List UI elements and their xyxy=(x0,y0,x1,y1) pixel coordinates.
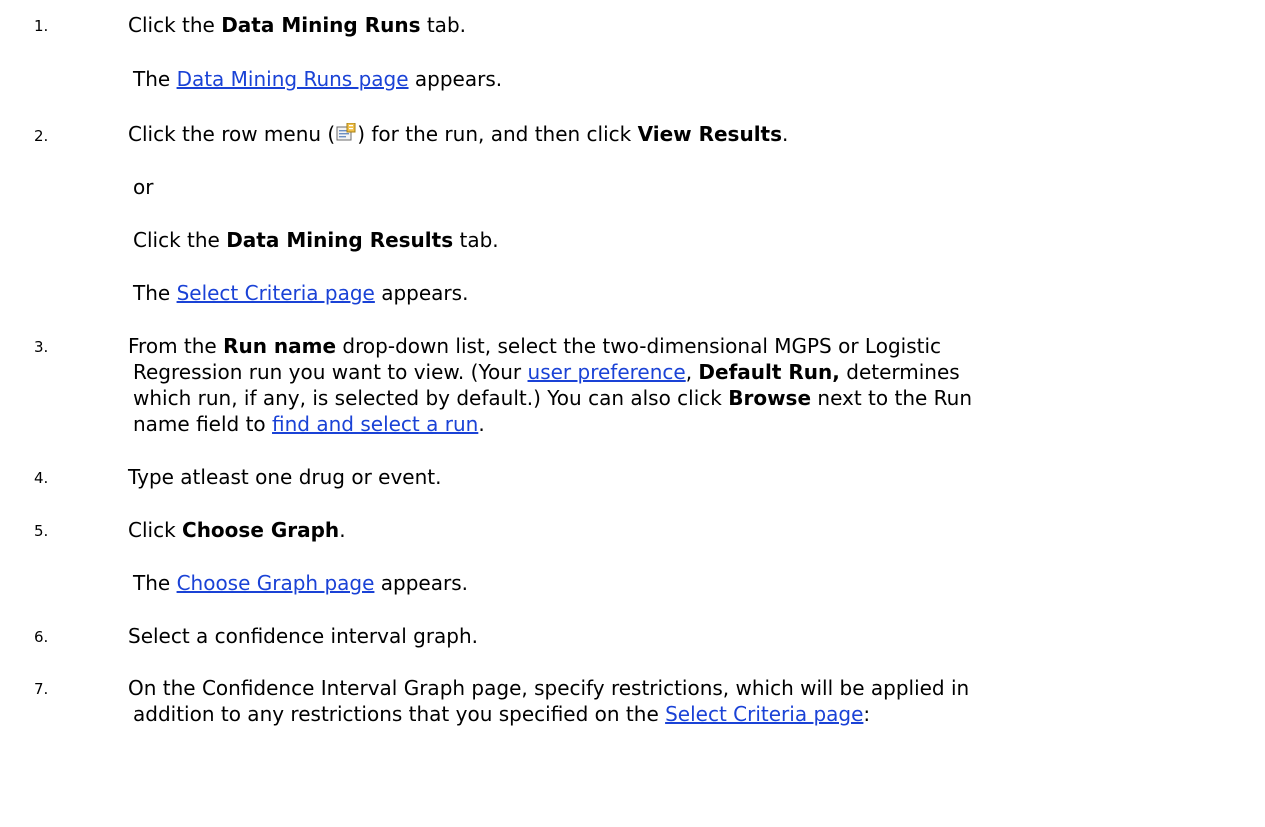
step-number: 5. xyxy=(34,522,49,540)
step-5-text: Click Choose Graph. xyxy=(128,518,346,542)
ui-term: Data Mining Runs xyxy=(221,13,421,37)
step-4-text: Type atleast one drug or event. xyxy=(128,465,442,489)
ui-term: View Results xyxy=(637,122,783,146)
step-text: From the xyxy=(128,334,224,358)
ui-term: Choose Graph xyxy=(182,518,340,542)
step-text: tab. xyxy=(420,13,466,37)
step-text: which run, if any, is selected by defaul… xyxy=(133,386,729,410)
select-criteria-page-link[interactable]: Select Criteria page xyxy=(665,702,863,726)
step-number: 7. xyxy=(34,680,49,698)
step-number: 3. xyxy=(34,338,49,356)
result-text: appears. xyxy=(374,281,469,305)
step-2-text: Click the row menu ( ) for the run, and t… xyxy=(128,122,788,146)
step-number: 1. xyxy=(34,17,49,35)
step-3-line-3: which run, if any, is selected by defaul… xyxy=(133,386,972,410)
step-6-text: Select a confidence interval graph. xyxy=(128,624,479,648)
choose-graph-page-link[interactable]: Choose Graph page xyxy=(177,571,375,595)
result-text: The xyxy=(133,571,177,595)
step-text: drop-down list, select the two-dimension… xyxy=(336,334,942,358)
data-mining-runs-page-link[interactable]: Data Mining Runs page xyxy=(177,67,409,91)
step-text: determines xyxy=(839,360,960,384)
ui-term: Default Run, xyxy=(698,360,840,384)
step-text: . xyxy=(339,518,346,542)
step-text: ) for the run, and then click xyxy=(357,122,638,146)
step-number: 6. xyxy=(34,628,49,646)
step-3-line-2: Regression run you want to view. (Your u… xyxy=(133,360,960,384)
step-text: tab. xyxy=(453,228,499,252)
step-2-result: The Select Criteria page appears. xyxy=(133,281,468,305)
step-3-line-1: From the Run name drop-down list, select… xyxy=(128,334,941,358)
step-text: Regression run you want to view. (Your xyxy=(133,360,528,384)
result-text: The xyxy=(133,281,177,305)
step-text: : xyxy=(863,702,871,726)
find-and-select-a-run-link[interactable]: find and select a run xyxy=(272,412,478,436)
step-7-line-1: On the Confidence Interval Graph page, s… xyxy=(128,676,970,700)
result-text: appears. xyxy=(374,571,468,595)
select-criteria-page-link[interactable]: Select Criteria page xyxy=(177,281,375,305)
step-text: next to the Run xyxy=(811,386,973,410)
step-1-text: Click the Data Mining Runs tab. xyxy=(128,13,466,37)
step-text: . xyxy=(782,122,789,146)
ui-term: Browse xyxy=(728,386,812,410)
step-text: name field to xyxy=(133,412,273,436)
step-3-line-4: name field to find and select a run. xyxy=(133,412,485,436)
step-text: . xyxy=(478,412,485,436)
step-text: Click xyxy=(128,518,183,542)
step-2-or: or xyxy=(133,175,154,199)
step-text: , xyxy=(685,360,699,384)
step-5-result: The Choose Graph page appears. xyxy=(133,571,468,595)
row-menu-icon xyxy=(336,123,356,142)
step-2-alternative: Click the Data Mining Results tab. xyxy=(133,228,499,252)
step-text: Click the xyxy=(133,228,227,252)
instruction-document: 1. Click the Data Mining Runs tab. The D… xyxy=(0,0,1265,827)
result-text: The xyxy=(133,67,177,91)
ui-term: Run name xyxy=(223,334,337,358)
step-number: 4. xyxy=(34,469,49,487)
step-text: addition to any restrictions that you sp… xyxy=(133,702,666,726)
step-number: 2. xyxy=(34,127,49,145)
user-preference-link[interactable]: user preference xyxy=(528,360,686,384)
ui-term: Data Mining Results xyxy=(226,228,454,252)
step-7-line-2: addition to any restrictions that you sp… xyxy=(133,702,870,726)
step-text: Click the row menu ( xyxy=(128,122,336,146)
result-text: appears. xyxy=(408,67,503,91)
step-1-result: The Data Mining Runs page appears. xyxy=(133,67,502,91)
step-text: Click the xyxy=(128,13,222,37)
